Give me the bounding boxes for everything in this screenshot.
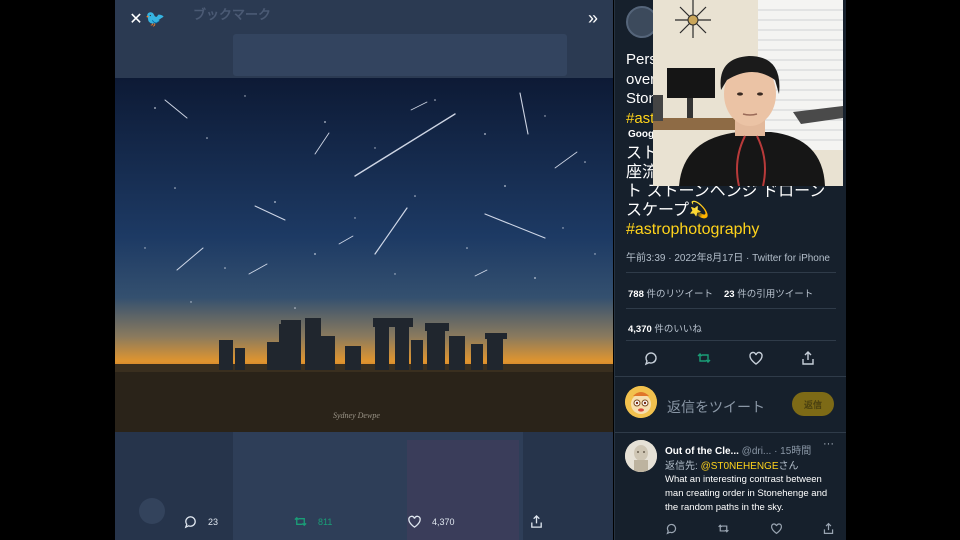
likes-label: 件のいいね bbox=[654, 324, 702, 335]
commenter-avatar[interactable] bbox=[625, 440, 657, 472]
replying-to: 返信先: @ST0NEHENGEさん bbox=[665, 457, 799, 472]
close-icon: ✕ bbox=[129, 11, 143, 28]
like-icon[interactable] bbox=[748, 350, 764, 366]
divider bbox=[626, 272, 836, 273]
share-action[interactable] bbox=[529, 514, 544, 529]
retweet-count: 811 bbox=[318, 516, 333, 527]
retweet-icon[interactable] bbox=[717, 522, 730, 535]
like-count: 4,370 bbox=[432, 516, 455, 527]
comment-action-bar bbox=[615, 520, 846, 538]
screen: 🐦 ブックマーク ✕ » Sydney Dewpe 23 811 4,370 P… bbox=[0, 0, 960, 540]
share-icon[interactable] bbox=[822, 522, 835, 535]
share-icon bbox=[531, 514, 542, 528]
stonehenge-meteor-photo[interactable]: Sydney Dewpe bbox=[115, 78, 613, 432]
quotes-stat[interactable]: 23 件の引用ツイート bbox=[724, 286, 813, 300]
comment-text: What an interesting contrast between man… bbox=[665, 474, 828, 513]
background-card bbox=[233, 34, 567, 76]
photo-action-bar: 23 811 4,370 bbox=[115, 510, 613, 538]
translated-text-line: スケープ💫 bbox=[626, 202, 709, 219]
double-chevron-right-icon: » bbox=[587, 7, 598, 28]
webcam-feed-image bbox=[653, 0, 843, 186]
retweets-count: 788 bbox=[628, 289, 644, 300]
my-avatar bbox=[625, 386, 657, 418]
retweets-label: 件のリツイート bbox=[646, 289, 714, 300]
share-icon[interactable] bbox=[800, 350, 816, 366]
quotes-count: 23 bbox=[724, 289, 735, 300]
divider bbox=[626, 308, 836, 309]
cartoon-avatar-image bbox=[625, 386, 657, 418]
commenter-avatar-image bbox=[625, 440, 657, 472]
reply-composer: 返信をツイート 返信 bbox=[615, 380, 846, 430]
photo-viewer: 🐦 ブックマーク ✕ » Sydney Dewpe 23 811 4,370 bbox=[115, 0, 613, 540]
retweet-action[interactable]: 811 bbox=[293, 514, 332, 529]
tweet-timestamp[interactable]: 午前3:39 · 2022年8月17日 · Twitter for iPhone bbox=[626, 249, 830, 264]
like-icon[interactable] bbox=[770, 522, 783, 535]
reply-action[interactable]: 23 bbox=[183, 514, 218, 529]
retweet-icon[interactable] bbox=[696, 350, 712, 366]
commenter-name[interactable]: Out of the Cle... bbox=[665, 446, 739, 457]
photo-signature: Sydney Dewpe bbox=[333, 411, 380, 420]
reply-icon[interactable] bbox=[665, 522, 678, 535]
photo-image: Sydney Dewpe bbox=[115, 78, 613, 432]
divider bbox=[626, 340, 836, 341]
likes-count: 4,370 bbox=[628, 324, 652, 335]
more-options-icon[interactable]: ··· bbox=[823, 438, 834, 450]
reply-input[interactable]: 返信をツイート bbox=[667, 397, 765, 417]
translated-hashtag-link[interactable]: #astrophotography bbox=[626, 220, 841, 239]
webcam-overlay bbox=[653, 0, 843, 186]
background-header: 🐦 ブックマーク bbox=[115, 0, 613, 78]
reply-icon bbox=[184, 516, 196, 529]
retweets-stat[interactable]: 788 件のリツイート bbox=[628, 286, 713, 300]
quotes-label: 件の引用ツイート bbox=[737, 289, 814, 300]
like-icon bbox=[408, 515, 421, 528]
replying-to-handle[interactable]: @ST0NEHENGE bbox=[701, 461, 779, 472]
reply-icon[interactable] bbox=[643, 350, 659, 366]
reply-button[interactable]: 返信 bbox=[792, 392, 834, 416]
reply-count: 23 bbox=[208, 516, 219, 527]
translated-by-label[interactable]: Goog bbox=[628, 129, 654, 140]
divider bbox=[615, 376, 846, 377]
background-page-title: ブックマーク bbox=[193, 7, 272, 22]
commenter-handle[interactable]: @dri... bbox=[742, 446, 772, 457]
replying-to-suffix: さん bbox=[778, 461, 799, 472]
retweet-icon bbox=[294, 516, 307, 527]
close-button[interactable]: ✕ bbox=[125, 8, 147, 30]
replying-to-prefix: 返信先: bbox=[665, 461, 701, 472]
twitter-bird-icon: 🐦 bbox=[145, 11, 165, 28]
divider bbox=[615, 432, 846, 433]
comment-time[interactable]: · 15時間 bbox=[774, 446, 811, 457]
expand-panel-button[interactable]: » bbox=[581, 6, 605, 30]
tweet-action-bar bbox=[615, 347, 846, 371]
comment-header: Out of the Cle... @dri... · 15時間 bbox=[665, 442, 811, 457]
like-action[interactable]: 4,370 bbox=[407, 514, 455, 529]
likes-stat[interactable]: 4,370 件のいいね bbox=[628, 321, 702, 335]
